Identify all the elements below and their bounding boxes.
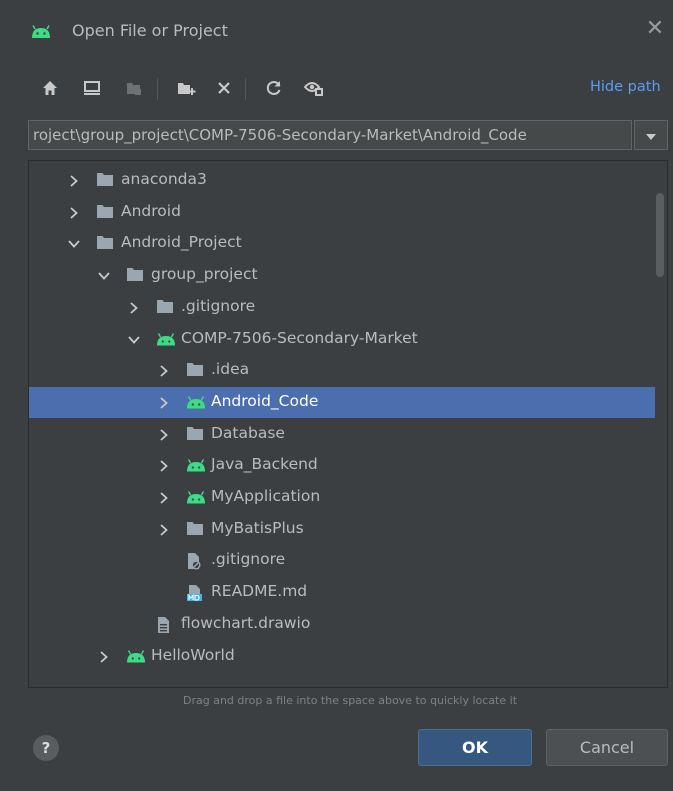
help-button[interactable]: ? xyxy=(33,735,59,761)
android-icon xyxy=(156,331,175,347)
folder-icon xyxy=(156,299,174,315)
tree-row-label: README.md xyxy=(211,582,308,600)
project-dir-icon[interactable] xyxy=(122,76,146,100)
tree-row-label: HelloWorld xyxy=(151,646,235,664)
android-icon xyxy=(126,648,145,664)
chevron-right-icon[interactable] xyxy=(157,363,171,377)
chevron-right-icon[interactable] xyxy=(157,395,171,409)
chevron-right-icon[interactable] xyxy=(157,522,171,536)
tree-row[interactable]: group_project xyxy=(29,260,655,291)
tree-row-label: .gitignore xyxy=(211,550,286,568)
tree-row-label: Android_Code xyxy=(211,392,319,410)
path-history-dropdown[interactable] xyxy=(634,120,668,150)
folder-icon xyxy=(126,267,144,283)
tree-row-label: Android xyxy=(121,202,181,220)
path-bar: roject\group_project\COMP-7506-Secondary… xyxy=(28,120,668,152)
chevron-right-icon[interactable] xyxy=(127,300,141,314)
folder-icon xyxy=(186,521,204,537)
ok-button[interactable]: OK xyxy=(418,729,532,766)
drag-drop-hint: Drag and drop a file into the space abov… xyxy=(182,694,518,707)
desktop-icon[interactable] xyxy=(80,76,104,100)
tree-row-label: group_project xyxy=(151,265,258,283)
path-input[interactable]: roject\group_project\COMP-7506-Secondary… xyxy=(28,120,632,150)
chevron-down-icon xyxy=(645,126,657,145)
tree-row[interactable]: README.md xyxy=(29,577,655,608)
chevron-right-icon[interactable] xyxy=(67,173,81,187)
tree-row[interactable]: .gitignore xyxy=(29,545,655,576)
tree-row[interactable]: Database xyxy=(29,419,655,450)
tree-row[interactable]: COMP-7506-Secondary-Market xyxy=(29,324,655,355)
tree-row[interactable]: .idea xyxy=(29,355,655,386)
tree-row-label: Android_Project xyxy=(121,233,242,251)
delete-icon[interactable] xyxy=(212,76,236,100)
android-icon xyxy=(186,394,205,410)
android-icon xyxy=(186,489,205,505)
tree-row[interactable]: MyBatisPlus xyxy=(29,514,655,545)
cancel-button[interactable]: Cancel xyxy=(546,729,668,766)
tree-row-label: anaconda3 xyxy=(121,170,207,188)
chevron-right-icon[interactable] xyxy=(157,490,171,504)
text-file-icon xyxy=(156,616,174,633)
tree-row[interactable]: anaconda3 xyxy=(29,165,655,196)
tree-row-label: MyBatisPlus xyxy=(211,519,304,537)
file-tree[interactable]: anaconda3 Android Android_Project group_pro… xyxy=(28,160,668,688)
folder-icon xyxy=(96,235,114,251)
chevron-down-icon[interactable] xyxy=(97,268,111,282)
tree-row-label: .idea xyxy=(211,360,250,378)
ignore-file-icon xyxy=(186,552,204,570)
hide-path-link[interactable]: Hide path xyxy=(590,79,661,95)
folder-icon xyxy=(96,204,114,220)
android-studio-icon xyxy=(30,24,52,43)
title-bar: Open File or Project ✕ xyxy=(0,0,673,62)
tree-row[interactable]: Java_Backend xyxy=(29,450,655,481)
tree-row[interactable]: Android xyxy=(29,197,655,228)
tree-row-label: flowchart.drawio xyxy=(181,614,311,632)
tree-row-label: Java_Backend xyxy=(211,455,318,473)
chevron-right-icon[interactable] xyxy=(157,427,171,441)
tree-row-label: MyApplication xyxy=(211,487,321,505)
tree-row[interactable]: MyApplication xyxy=(29,482,655,513)
markdown-file-icon xyxy=(186,584,204,601)
chevron-right-icon[interactable] xyxy=(157,458,171,472)
close-button[interactable]: ✕ xyxy=(645,18,665,40)
tree-scrollbar[interactable] xyxy=(653,161,667,687)
tree-row-label: .gitignore xyxy=(181,297,256,315)
toolbar xyxy=(0,72,673,106)
chevron-right-icon[interactable] xyxy=(67,205,81,219)
folder-icon xyxy=(186,362,204,378)
chevron-right-icon[interactable] xyxy=(97,649,111,663)
show-hidden-icon[interactable] xyxy=(302,76,326,100)
tree-row[interactable]: HelloWorld xyxy=(29,641,655,672)
android-icon xyxy=(186,457,205,473)
tree-row[interactable]: .gitignore xyxy=(29,292,655,323)
tree-row-label: Database xyxy=(211,424,285,442)
home-icon[interactable] xyxy=(38,76,62,100)
refresh-icon[interactable] xyxy=(262,76,286,100)
dialog-title: Open File or Project xyxy=(72,21,228,40)
tree-row-label: COMP-7506-Secondary-Market xyxy=(181,329,418,347)
chevron-down-icon[interactable] xyxy=(127,332,141,346)
tree-row[interactable]: Android_Project xyxy=(29,228,655,259)
scrollbar-thumb[interactable] xyxy=(656,193,664,277)
chevron-down-icon[interactable] xyxy=(67,236,81,250)
folder-icon xyxy=(186,426,204,442)
new-folder-icon[interactable] xyxy=(174,76,198,100)
folder-icon xyxy=(96,172,114,188)
tree-row[interactable]: Android_Code xyxy=(29,387,655,418)
tree-row[interactable]: flowchart.drawio xyxy=(29,609,655,640)
